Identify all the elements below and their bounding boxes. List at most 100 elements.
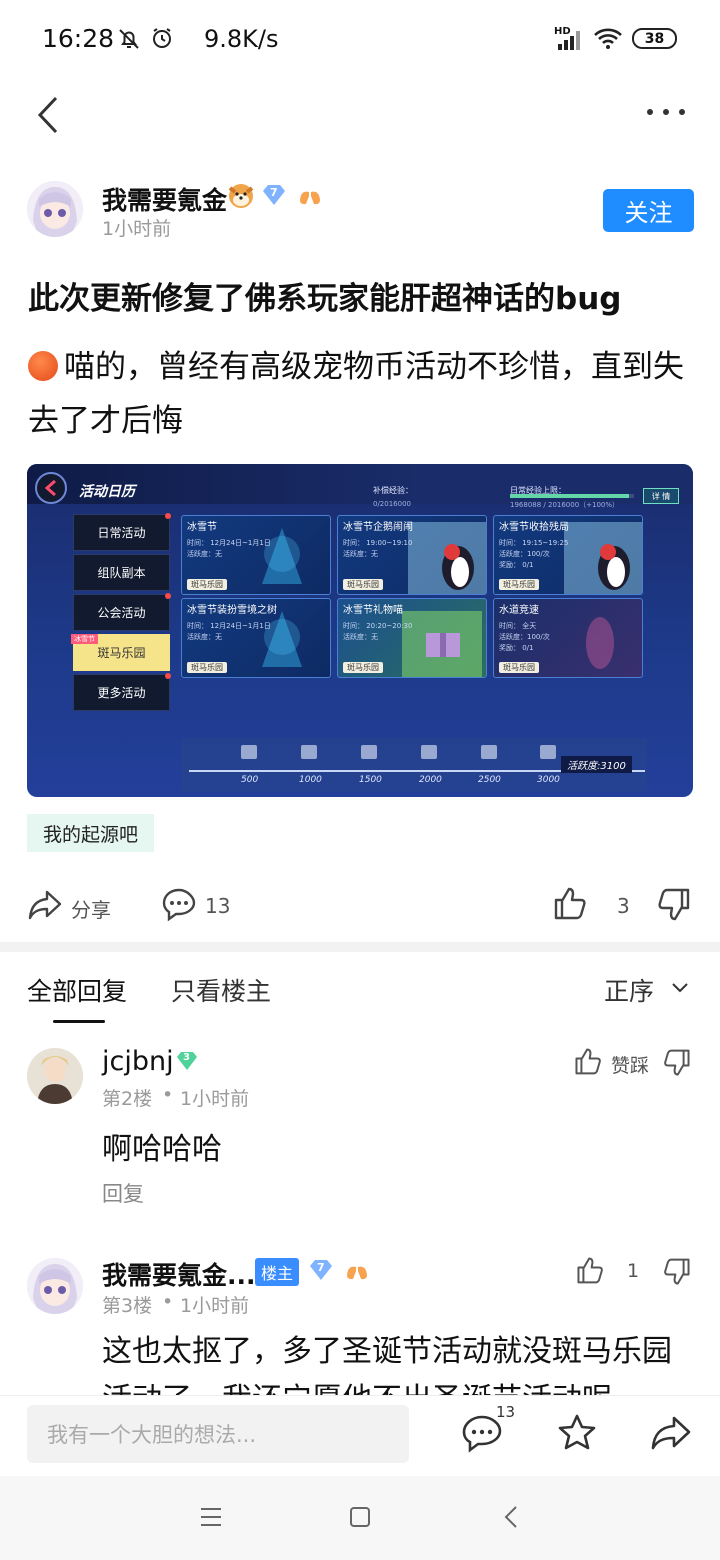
- card-title: 水道竞速: [499, 605, 539, 616]
- star-icon[interactable]: [556, 1413, 598, 1453]
- reply-level-badge: 3: [175, 1050, 199, 1072]
- post-body: 喵的，曾经有高级宠物币活动不珍惜，直到失去了才后悔: [28, 340, 698, 448]
- game-back-icon: [44, 479, 56, 497]
- back-arrow-icon[interactable]: [30, 90, 70, 140]
- reply-avatar[interactable]: [27, 1048, 83, 1104]
- thumbs-down-icon[interactable]: [663, 1257, 691, 1287]
- game-exp-label: 补偿经验：: [373, 486, 413, 495]
- ice-tree-icon: [262, 611, 302, 667]
- level-number: 3: [183, 1052, 190, 1063]
- author-avatar[interactable]: [27, 181, 83, 237]
- lungs-badge-icon: [347, 1261, 367, 1280]
- mute-bell-icon: [119, 29, 139, 49]
- card-title: 冰雪节礼物喵: [343, 605, 403, 616]
- card-reward: 奖励： 0/1: [499, 561, 534, 569]
- forum-tag[interactable]: 我的起源吧: [27, 814, 155, 852]
- thumbs-up-icon[interactable]: [576, 1255, 604, 1285]
- card-badge: 斑马乐园: [343, 662, 383, 673]
- penguin-icon: [564, 522, 642, 594]
- share-label[interactable]: 分享: [71, 894, 111, 923]
- chevron-down-icon[interactable]: [670, 979, 690, 997]
- card-time: 时间： 全天: [499, 622, 537, 630]
- comment-input[interactable]: 我有一个大胆的想法...: [27, 1405, 409, 1463]
- card-badge: 斑马乐园: [187, 662, 227, 673]
- ice-tree-icon: [262, 528, 302, 584]
- wifi-icon: [594, 28, 622, 49]
- game-activity-card: 冰雪节 时间： 12月24日~1月1日 活跃度：无 斑马乐园: [181, 515, 331, 595]
- share-icon[interactable]: [650, 1414, 692, 1452]
- game-menu-label: 公会活动: [97, 606, 146, 620]
- level-number: 7: [270, 186, 278, 199]
- comment-count-badge: 13: [496, 1403, 516, 1421]
- card-activity: 活跃度：100/次: [499, 633, 550, 641]
- tab-all-replies[interactable]: 全部回复: [27, 972, 127, 1008]
- milestone-label: 2500: [478, 775, 501, 785]
- red-dot: [165, 673, 171, 679]
- card-time: 时间： 19:15~19:25: [499, 539, 569, 547]
- battery-indicator: 38: [632, 28, 677, 49]
- card-badge: 斑马乐园: [187, 579, 227, 590]
- battery-level: 38: [644, 30, 665, 47]
- home-icon[interactable]: [348, 1505, 372, 1529]
- post-image[interactable]: 活动日历 补偿经验： 0/2016000 日常经验上限： 1968088 / 2…: [27, 464, 693, 797]
- share-icon[interactable]: [27, 888, 63, 922]
- follow-button[interactable]: 关注: [603, 189, 694, 232]
- alarm-icon: [153, 28, 171, 48]
- reply-avatar[interactable]: [27, 1258, 83, 1314]
- card-badge: 斑马乐园: [343, 579, 383, 590]
- reply-level-badge: 7: [308, 1258, 334, 1282]
- card-activity: 活跃度：无: [187, 550, 222, 558]
- thumbs-down-icon[interactable]: [657, 887, 691, 923]
- card-activity: 活跃度：无: [343, 633, 378, 641]
- game-menu-label: 斑马乐园: [97, 646, 146, 660]
- card-time: 时间： 12月24日~1月1日: [187, 539, 271, 547]
- racer-icon: [586, 617, 614, 669]
- red-dot: [165, 593, 171, 599]
- gift-icon: [421, 745, 437, 759]
- gift-icon: [481, 745, 497, 759]
- tab-author-only[interactable]: 只看楼主: [171, 972, 271, 1008]
- game-menu-label: 更多活动: [97, 686, 146, 700]
- sort-order-dropdown[interactable]: 正序: [604, 972, 654, 1008]
- comment-icon[interactable]: [161, 887, 197, 923]
- comment-count[interactable]: 13: [205, 894, 230, 918]
- tab-active-indicator: [53, 1020, 105, 1023]
- reply-button[interactable]: 回复: [102, 1178, 144, 1208]
- game-activity-card: 冰雪节收拾残局 时间： 19:15~19:25 活跃度：100/次 奖励： 0/…: [493, 515, 643, 595]
- thumbs-up-icon[interactable]: [553, 885, 587, 921]
- user-avatar-icon: [27, 1048, 83, 1104]
- game-menu-label: 日常活动: [97, 526, 146, 540]
- clock: 16:28: [42, 24, 115, 53]
- author-name[interactable]: 我需要氪金: [102, 181, 227, 217]
- milestone-label: 500: [241, 775, 259, 785]
- thumbs-down-icon[interactable]: [663, 1048, 691, 1078]
- lungs-badge-icon: [300, 186, 320, 205]
- game-menu-item: 组队副本: [73, 554, 170, 591]
- card-activity: 活跃度：无: [187, 633, 222, 641]
- card-badge: 斑马乐园: [499, 662, 539, 673]
- thumbs-up-icon[interactable]: [574, 1046, 602, 1076]
- reply-username[interactable]: jcjbnj: [102, 1046, 174, 1077]
- gift-box-icon: [402, 611, 482, 677]
- post-body-text: 喵的，曾经有高级宠物币活动不珍惜，直到失去了才后悔: [28, 349, 684, 439]
- milestone-label: 3000: [537, 775, 560, 785]
- game-menu-item: 日常活动: [73, 513, 171, 551]
- game-menu-item: 公会活动: [73, 593, 171, 631]
- card-time: 时间： 12月24日~1月1日: [187, 622, 271, 630]
- post-title: 此次更新修复了佛系玩家能肝超神话的bug: [28, 281, 622, 317]
- game-detail-button: 详 情: [643, 488, 679, 504]
- back-icon[interactable]: [502, 1504, 520, 1530]
- game-menu-badge: 冰雪节: [71, 634, 98, 644]
- card-title: 冰雪节装扮雪境之树: [187, 605, 277, 616]
- reply-time: 1小时前: [180, 1088, 250, 1110]
- menu-icon[interactable]: [199, 1506, 223, 1528]
- system-nav-bar: [0, 1476, 720, 1560]
- game-header-title: 活动日历: [79, 484, 135, 500]
- level-badge: 7: [261, 183, 287, 207]
- signal-icon: [558, 31, 580, 50]
- more-options-icon[interactable]: [646, 100, 686, 124]
- reply-username[interactable]: 我需要氪金...: [102, 1256, 256, 1292]
- meta-separator: •: [162, 1084, 174, 1106]
- penguin-icon: [408, 522, 486, 594]
- reply-floor: 第2楼: [102, 1088, 153, 1110]
